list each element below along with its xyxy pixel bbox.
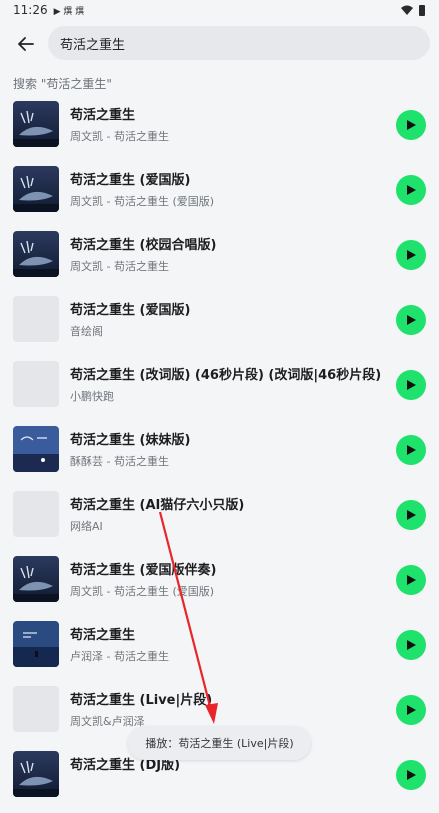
play-icon — [407, 250, 416, 260]
song-title: 苟活之重生 (校园合唱版) — [70, 238, 217, 253]
play-icon — [407, 705, 416, 715]
play-icon — [407, 185, 416, 195]
play-icon — [407, 315, 416, 325]
play-button[interactable] — [396, 760, 426, 790]
song-row[interactable]: 苟活之重生周文凯 - 苟活之重生 — [0, 98, 439, 163]
song-title: 苟活之重生 (妹妹版) — [70, 433, 191, 448]
album-cover-whale — [13, 231, 59, 277]
status-right — [401, 4, 425, 16]
album-cover-whale — [13, 751, 59, 797]
song-title: 苟活之重生 — [70, 108, 136, 123]
play-icon — [407, 575, 416, 585]
play-button[interactable] — [396, 630, 426, 660]
song-artist: 周文凯&卢润泽 — [70, 715, 145, 728]
play-button[interactable] — [396, 175, 426, 205]
song-row[interactable]: 苟活之重生 (AI猫仔六小只版) 网络AI — [0, 488, 439, 553]
play-button[interactable] — [396, 110, 426, 140]
song-title: 苟活之重生 (改词版) (46秒片段) (改词版|46秒片段) — [70, 368, 382, 383]
album-cover-whale — [13, 556, 59, 602]
status-bar: 11:26 ▶ 熼 熼 — [0, 0, 439, 20]
song-row[interactable]: 苟活之重生 (改词版) (46秒片段) (改词版|46秒片段) 小鹏快跑 — [0, 358, 439, 423]
album-cover-placeholder — [13, 491, 59, 537]
album-cover-whale — [13, 166, 59, 212]
album-cover-whale — [13, 101, 59, 147]
toast-message: 播放：苟活之重生 (Live|片段) — [128, 726, 311, 760]
song-artist: 周文凯 - 苟活之重生 (爱国版) — [70, 585, 215, 598]
search-header: 苟活之重生 — [0, 26, 439, 62]
play-button[interactable] — [396, 435, 426, 465]
play-icon — [407, 445, 416, 455]
play-button[interactable] — [396, 370, 426, 400]
song-row[interactable]: 苟活之重生 (校园合唱版) 周文凯 - 苟活之重生 — [0, 228, 439, 293]
album-cover-sea — [13, 621, 59, 667]
song-artist: 周文凯 - 苟活之重生 — [70, 130, 169, 143]
album-cover-placeholder — [13, 361, 59, 407]
search-query: 苟活之重生 — [60, 37, 126, 53]
play-icon — [407, 120, 416, 130]
song-title: 苟活之重生 (AI猫仔六小只版) — [70, 498, 245, 513]
song-row[interactable]: 苟活之重生 (爱国版伴奏) 周文凯 - 苟活之重生 (爱国版) — [0, 553, 439, 618]
status-time: 11:26 — [13, 3, 48, 17]
song-row[interactable]: 苟活之重生 (妹妹版) 酥酥芸 - 苟活之重生 — [0, 423, 439, 488]
play-icon — [407, 380, 416, 390]
song-artist: 酥酥芸 - 苟活之重生 — [70, 455, 169, 468]
wifi-icon — [401, 5, 413, 15]
play-button[interactable] — [396, 500, 426, 530]
album-cover-placeholder — [13, 296, 59, 342]
song-row[interactable]: 苟活之重生 (爱国版) 周文凯 - 苟活之重生 (爱国版) — [0, 163, 439, 228]
play-icon — [407, 510, 416, 520]
search-result-hint: 搜索 "苟活之重生" — [13, 77, 112, 91]
song-list: 苟活之重生 周文凯 - 苟活之重生 苟活之重生 (爱国版) 周文凯 - 苟活之重生 (… — [0, 98, 439, 813]
song-artist: 卢润泽 - 苟活之重生 — [70, 650, 169, 663]
play-icon — [407, 770, 416, 780]
battery-icon — [419, 4, 425, 16]
song-artist: 网络AI — [70, 520, 103, 533]
back-button[interactable] — [12, 30, 40, 58]
play-button[interactable] — [396, 305, 426, 335]
song-title: 苟活之重生 (Live|片段) — [70, 693, 213, 708]
song-row[interactable]: 苟活之重生卢润泽 - 苟活之重生 — [0, 618, 439, 683]
play-button[interactable] — [396, 240, 426, 270]
play-button[interactable] — [396, 565, 426, 595]
play-icon — [407, 640, 416, 650]
search-input[interactable]: 苟活之重生 — [48, 26, 430, 60]
play-button[interactable] — [396, 695, 426, 725]
song-artist: 周文凯 - 苟活之重生 (爱国版) — [70, 195, 215, 208]
notification-icons: ▶ 熼 熼 — [53, 6, 85, 17]
song-title: 苟活之重生 (爱国版) — [70, 303, 191, 318]
status-left: 11:26 ▶ 熼 熼 — [13, 3, 84, 17]
back-arrow-icon — [18, 37, 34, 51]
song-title: 苟活之重生 — [70, 628, 136, 643]
song-title: 苟活之重生 (爱国版) — [70, 173, 191, 188]
album-cover-night-sky — [13, 426, 59, 472]
song-row[interactable]: 苟活之重生 (爱国版) 音绘阁 — [0, 293, 439, 358]
song-artist: 小鹏快跑 — [70, 390, 114, 403]
song-artist: 周文凯 - 苟活之重生 — [70, 260, 169, 273]
song-title: 苟活之重生 (爱国版伴奏) — [70, 563, 217, 578]
song-artist: 音绘阁 — [70, 325, 103, 338]
album-cover-placeholder — [13, 686, 59, 732]
